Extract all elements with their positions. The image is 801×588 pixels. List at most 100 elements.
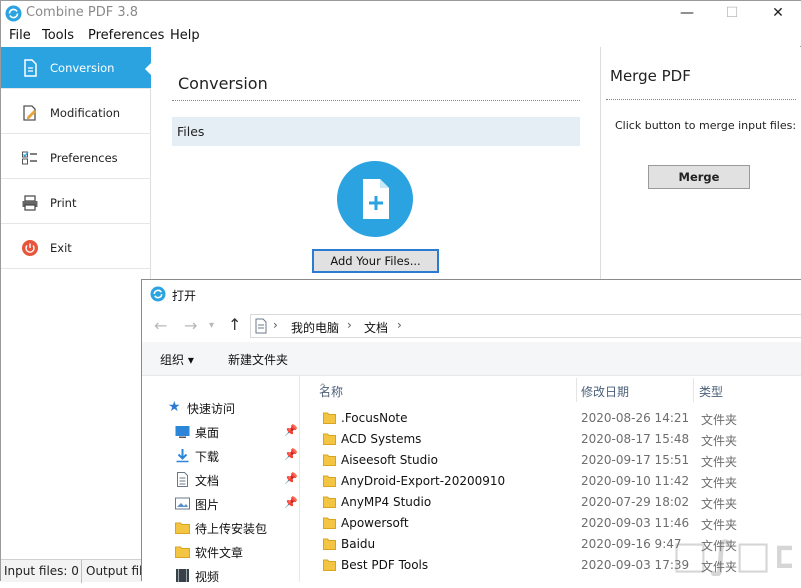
svg-text:□∫□⊏: □∫□⊏ bbox=[672, 533, 792, 576]
breadcrumb-this-pc[interactable]: 我的电脑 bbox=[291, 319, 339, 336]
divider bbox=[606, 99, 796, 100]
folder-icon bbox=[323, 517, 336, 529]
column-label: 修改日期 bbox=[581, 385, 630, 399]
file-name: Best PDF Tools bbox=[341, 558, 429, 572]
nav-downloads[interactable]: 下载 📌 bbox=[142, 444, 300, 468]
input-files-status: Input files: 0 bbox=[4, 564, 79, 578]
sidebar-item-label: Print bbox=[50, 196, 77, 210]
download-icon bbox=[176, 449, 189, 463]
folder-icon bbox=[323, 412, 336, 424]
folder-icon bbox=[323, 559, 336, 571]
nav-label: 视频 bbox=[195, 570, 220, 584]
nav-desktop[interactable]: 桌面 📌 bbox=[142, 420, 300, 444]
new-folder-button[interactable]: 新建文件夹 bbox=[228, 351, 288, 368]
file-row[interactable]: ACD Systems 2020-08-17 15:48 文件夹 bbox=[301, 429, 801, 450]
file-row[interactable]: .FocusNote 2020-08-26 14:21 文件夹 bbox=[301, 408, 801, 429]
nav-quick-access[interactable]: ★ 快速访问 bbox=[142, 396, 300, 420]
column-header-name[interactable]: 名称 ^ bbox=[301, 376, 576, 402]
folder-icon bbox=[323, 475, 336, 487]
file-date: 2020-09-17 15:51 bbox=[581, 453, 690, 467]
merge-button[interactable]: Merge bbox=[648, 165, 750, 189]
file-row[interactable]: AnyMP4 Studio 2020-07-29 18:02 文件夹 bbox=[301, 492, 801, 513]
sidebar-item-conversion[interactable]: Conversion bbox=[1, 47, 152, 89]
forward-arrow-icon[interactable]: → bbox=[184, 316, 197, 335]
pin-icon[interactable]: 📌 bbox=[284, 424, 298, 437]
dialog-title: 打开 bbox=[172, 289, 197, 303]
file-name: .FocusNote bbox=[341, 411, 408, 425]
nav-label: 桌面 bbox=[195, 426, 220, 440]
file-type: 文件夹 bbox=[701, 497, 738, 511]
sidebar-item-label: Conversion bbox=[50, 61, 115, 75]
edit-document-icon bbox=[23, 105, 36, 121]
file-date: 2020-09-16 9:47 bbox=[581, 537, 682, 551]
organize-menu[interactable]: 组织 ▾ bbox=[160, 351, 194, 368]
nav-label: 下载 bbox=[195, 450, 220, 464]
navigation-pane: ★ 快速访问 桌面 📌 下载 📌 文档 📌 图片 📌 待上传安装包 软件文章 视… bbox=[142, 376, 300, 584]
file-row[interactable]: Apowersoft 2020-09-03 11:46 文件夹 bbox=[301, 513, 801, 534]
breadcrumb-separator: › bbox=[397, 318, 402, 332]
documents-icon bbox=[177, 472, 188, 487]
nav-label: 图片 bbox=[195, 498, 220, 512]
breadcrumb-documents[interactable]: 文档 bbox=[364, 319, 388, 336]
sidebar-item-exit[interactable]: Exit bbox=[1, 227, 151, 269]
documents-location-icon bbox=[255, 318, 267, 334]
file-type: 文件夹 bbox=[701, 518, 738, 532]
document-convert-icon bbox=[24, 59, 37, 77]
sidebar-item-modification[interactable]: Modification bbox=[1, 92, 151, 134]
column-header-type[interactable]: 类型 bbox=[681, 376, 801, 402]
pin-icon[interactable]: 📌 bbox=[284, 472, 298, 485]
sidebar-item-preferences[interactable]: Preferences bbox=[1, 137, 151, 179]
breadcrumb-separator: › bbox=[273, 318, 278, 332]
merge-panel: Merge PDF Click button to merge input fi… bbox=[600, 47, 801, 279]
file-date: 2020-09-03 11:46 bbox=[581, 516, 690, 530]
nav-videos[interactable]: 视频 bbox=[142, 564, 300, 588]
file-name: AnyDroid-Export-20200910 bbox=[341, 474, 506, 488]
column-header-date[interactable]: 修改日期 bbox=[563, 376, 693, 402]
folder-icon bbox=[323, 433, 336, 445]
dialog-toolbar: 组织 ▾ 新建文件夹 bbox=[142, 342, 801, 376]
nav-folder-packages[interactable]: 待上传安装包 bbox=[142, 516, 300, 540]
folder-icon bbox=[323, 454, 336, 466]
add-files-button[interactable]: Add Your Files... bbox=[312, 249, 439, 273]
breadcrumb-separator: › bbox=[347, 318, 352, 332]
nav-documents[interactable]: 文档 📌 bbox=[142, 468, 300, 492]
dialog-app-icon bbox=[150, 286, 166, 302]
back-arrow-icon[interactable]: ← bbox=[154, 316, 167, 335]
recent-locations-icon[interactable]: ▾ bbox=[209, 320, 214, 331]
status-divider bbox=[81, 560, 82, 583]
file-date: 2020-08-17 15:48 bbox=[581, 432, 690, 446]
menu-preferences[interactable]: Preferences bbox=[88, 28, 164, 43]
folder-icon bbox=[175, 546, 190, 558]
printer-icon bbox=[22, 195, 38, 211]
nav-folder-articles[interactable]: 软件文章 bbox=[142, 540, 300, 564]
nav-label: 待上传安装包 bbox=[195, 522, 268, 536]
menu-help[interactable]: Help bbox=[170, 28, 200, 43]
menu-tools[interactable]: Tools bbox=[42, 28, 74, 43]
pin-icon[interactable]: 📌 bbox=[284, 448, 298, 461]
file-name: Baidu bbox=[341, 537, 376, 551]
checklist-icon bbox=[22, 151, 37, 165]
nav-label: 软件文章 bbox=[195, 546, 244, 560]
file-row[interactable]: AnyDroid-Export-20200910 2020-09-10 11:42… bbox=[301, 471, 801, 492]
close-button[interactable]: ✕ bbox=[763, 3, 793, 23]
app-logo-icon bbox=[5, 5, 22, 22]
add-file-icon[interactable] bbox=[337, 161, 413, 237]
pin-icon[interactable]: 📌 bbox=[284, 496, 298, 509]
nav-pictures[interactable]: 图片 📌 bbox=[142, 492, 300, 516]
maximize-button[interactable]: ☐ bbox=[717, 3, 747, 23]
column-label: 类型 bbox=[699, 385, 724, 399]
merge-hint: Click button to merge input files: bbox=[615, 119, 797, 132]
menu-file[interactable]: File bbox=[9, 28, 31, 43]
file-date: 2020-08-26 14:21 bbox=[581, 411, 690, 425]
address-bar[interactable]: › 我的电脑 › 文档 › bbox=[250, 314, 801, 338]
folder-icon bbox=[175, 522, 190, 534]
up-arrow-icon[interactable]: ↑ bbox=[228, 315, 241, 334]
divider bbox=[172, 100, 580, 101]
folder-icon bbox=[323, 538, 336, 550]
sidebar-item-print[interactable]: Print bbox=[1, 182, 151, 224]
sidebar-item-label: Modification bbox=[50, 106, 121, 120]
file-date: 2020-07-29 18:02 bbox=[581, 495, 690, 509]
file-row[interactable]: Aiseesoft Studio 2020-09-17 15:51 文件夹 bbox=[301, 450, 801, 471]
nav-label: 快速访问 bbox=[187, 402, 236, 416]
minimize-button[interactable]: — bbox=[672, 3, 702, 23]
